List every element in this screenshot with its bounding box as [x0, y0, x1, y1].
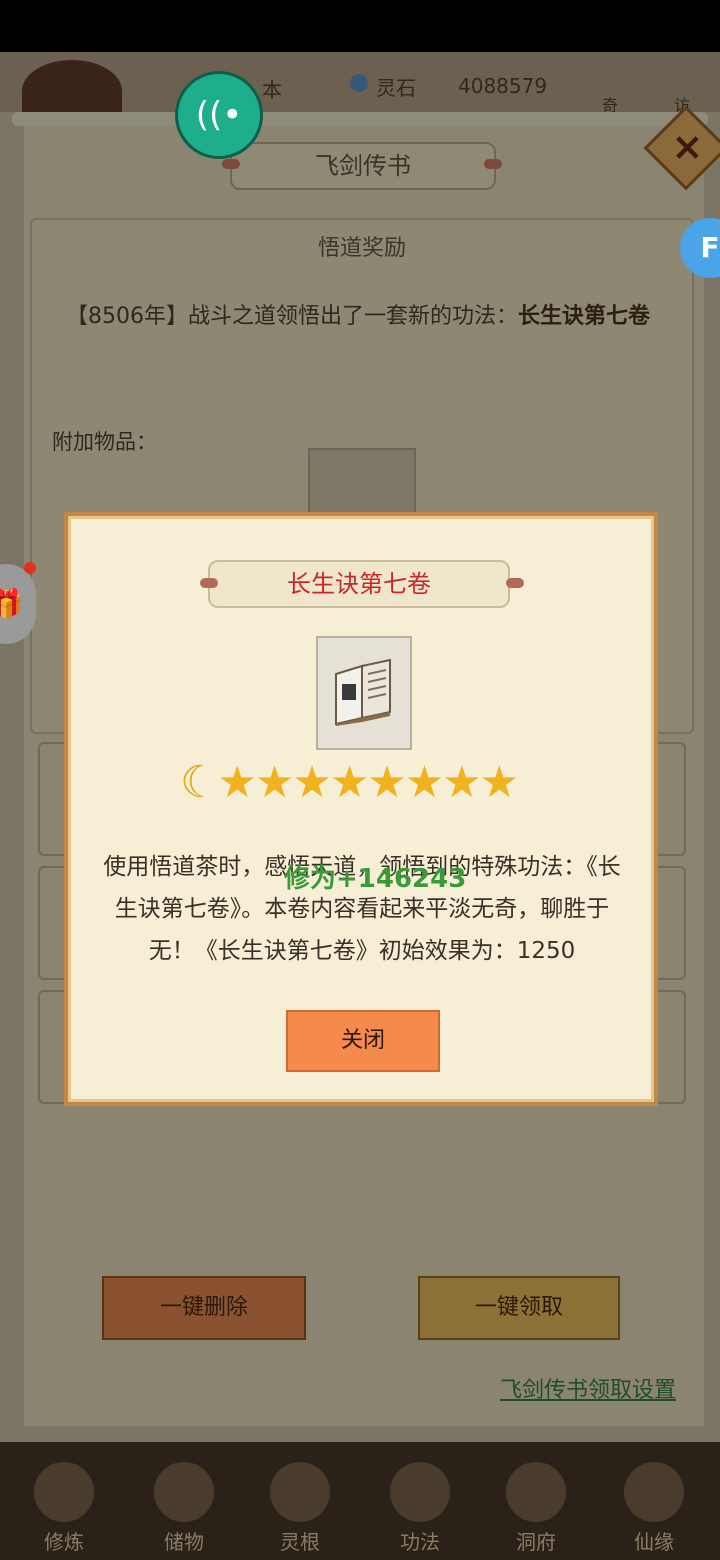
gift-icon: 🎁	[0, 587, 24, 620]
nav-item-spirit-root[interactable]: 灵根	[250, 1462, 350, 1554]
resource-label-1: 本	[262, 78, 282, 102]
cave-icon	[506, 1462, 566, 1522]
panel-title: 飞剑传书	[315, 152, 411, 180]
message-prefix: 【8506年】战斗之道领悟出了一套新的功法：	[66, 304, 518, 329]
panel-title-plate: 飞剑传书	[230, 142, 496, 190]
item-icon-slot	[316, 636, 412, 750]
nav-label: 功法	[400, 1530, 440, 1554]
floating-wifi-button[interactable]: ((•	[178, 74, 260, 156]
star-icon: ★	[254, 757, 294, 808]
star-icons: ★★★★★★★★	[217, 757, 519, 808]
nav-item-skills[interactable]: 功法	[370, 1462, 470, 1554]
cultivate-icon	[34, 1462, 94, 1522]
storage-icon	[154, 1462, 214, 1522]
modal-close-button[interactable]: 关闭	[286, 1010, 440, 1072]
cultivation-gain-text: 修为+146243	[284, 864, 467, 894]
notification-dot	[24, 562, 36, 574]
attachment-item-slot[interactable]	[308, 448, 416, 522]
star-icon: ★	[367, 757, 406, 808]
star-icon: ★	[292, 757, 331, 808]
nav-label: 灵根	[280, 1530, 320, 1554]
modal-knob-left	[200, 578, 218, 588]
modal-title: 长生诀第七卷	[287, 570, 431, 598]
skills-icon	[390, 1462, 450, 1522]
nav-label: 仙缘	[634, 1530, 674, 1554]
claim-all-button[interactable]: 一键领取	[418, 1276, 620, 1340]
modal-knob-right	[506, 578, 524, 588]
star-icon: ★	[404, 757, 444, 808]
item-detail-modal: 长生诀第七卷 ☾★★★★★★★★ 使用悟道茶时，感悟天道，领悟到的特殊功法：《长…	[64, 512, 658, 1106]
title-knob-left	[222, 159, 240, 169]
modal-title-plate: 长生诀第七卷	[208, 560, 510, 608]
star-icon: ★	[442, 757, 481, 808]
nav-item-cave[interactable]: 洞府	[486, 1462, 586, 1554]
spirit-stone-icon	[350, 74, 368, 92]
close-x-icon: ×	[671, 124, 704, 169]
spirit-stone-value: 4088579	[458, 74, 548, 98]
nav-item-storage[interactable]: 储物	[134, 1462, 234, 1554]
delete-all-button[interactable]: 一键删除	[102, 1276, 306, 1340]
nav-label: 修炼	[44, 1530, 84, 1554]
nav-label: 洞府	[516, 1530, 556, 1554]
status-bar	[0, 0, 720, 52]
message-highlight: 长生诀第七卷	[518, 304, 651, 329]
nav-item-fate[interactable]: 仙缘	[604, 1462, 704, 1554]
nav-label: 储物	[164, 1530, 204, 1554]
star-icon: ★	[479, 757, 519, 808]
nav-item-cultivate[interactable]: 修炼	[14, 1462, 114, 1554]
resource-label-2: 灵石	[376, 76, 416, 100]
moon-icon: ☾	[180, 757, 219, 808]
reward-title: 悟道奖励	[317, 236, 406, 261]
scroll-rod	[12, 112, 708, 126]
item-rating: ☾★★★★★★★★	[180, 758, 550, 808]
spirit-root-icon	[270, 1462, 330, 1522]
reward-message-text: 【8506年】战斗之道领悟出了一套新的功法：长生诀第七卷	[66, 300, 656, 334]
book-icon	[335, 658, 391, 726]
title-knob-right	[484, 159, 502, 169]
claim-settings-link[interactable]: 飞剑传书领取设置	[500, 1372, 676, 1404]
star-icon: ★	[329, 757, 369, 808]
star-icon: ★	[217, 757, 256, 808]
fate-icon	[624, 1462, 684, 1522]
attachments-label: 附加物品：	[52, 430, 157, 454]
wifi-icon: ((•	[195, 95, 243, 135]
